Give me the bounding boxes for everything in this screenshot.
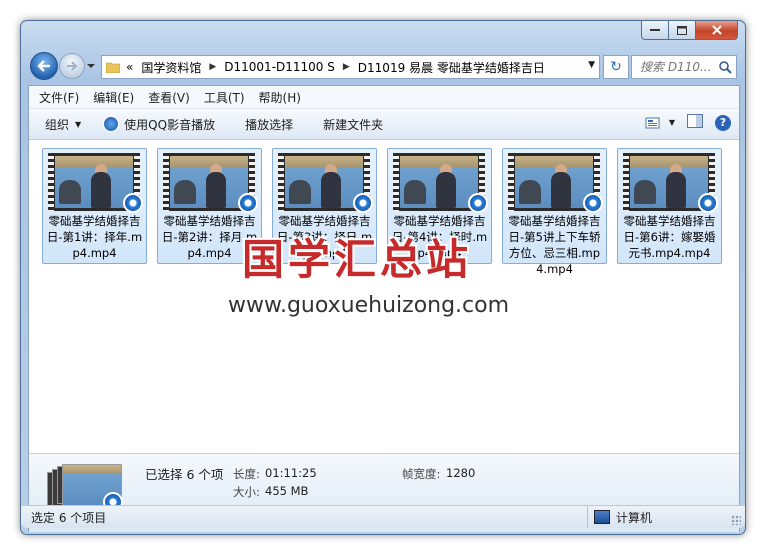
watermark-url: www.guoxuehuizong.com bbox=[228, 293, 510, 318]
breadcrumb-separator-icon[interactable]: ▶ bbox=[343, 62, 350, 72]
length-value: 01:11:25 bbox=[265, 466, 317, 480]
file-name: 零础基学结婚择吉日-第6讲：嫁娶婚元书.mp4.mp4 bbox=[623, 214, 716, 260]
organize-label: 组织 bbox=[45, 117, 70, 132]
play-selection-label: 播放选择 bbox=[245, 117, 294, 132]
status-zone: 计算机 bbox=[587, 506, 652, 528]
maximize-button[interactable] bbox=[669, 21, 696, 40]
menu-edit[interactable]: 编辑(E) bbox=[93, 89, 134, 106]
menu-tools[interactable]: 工具(T) bbox=[204, 89, 245, 106]
file-name: 零础基学结婚择吉日-第5讲上下车轿方位、忌三相.mp4.mp4 bbox=[508, 214, 601, 276]
search-box[interactable] bbox=[631, 55, 737, 79]
view-icon bbox=[645, 117, 660, 128]
watermark-title: 国学汇总站 bbox=[242, 235, 473, 284]
qq-player-icon bbox=[103, 116, 120, 132]
status-bar: 选定 6 个项目 计算机 bbox=[21, 505, 745, 528]
new-folder-button[interactable]: 新建文件夹 bbox=[323, 116, 383, 133]
play-with-qq-button[interactable]: 使用QQ影音播放 bbox=[103, 116, 215, 133]
qq-player-badge-icon bbox=[698, 193, 718, 213]
qq-player-badge-icon bbox=[123, 193, 143, 213]
navigation-bar: « 国学资料馆 ▶ D11001-D11100 S ▶ D11019 易晨 零础… bbox=[21, 50, 745, 84]
chevron-down-icon: ▼ bbox=[75, 119, 82, 129]
search-icon[interactable] bbox=[718, 60, 732, 74]
size-label: 大小: bbox=[233, 485, 260, 499]
minimize-button[interactable] bbox=[641, 21, 669, 40]
status-computer-text: 计算机 bbox=[616, 510, 653, 525]
size-value: 455 MB bbox=[265, 484, 309, 498]
file-tile[interactable]: 零础基学结婚择吉日-第6讲：嫁娶婚元书.mp4.mp4 bbox=[617, 148, 722, 264]
forward-arrow-icon bbox=[67, 61, 78, 71]
address-bar[interactable]: « 国学资料馆 ▶ D11001-D11100 S ▶ D11019 易晨 零础… bbox=[101, 55, 600, 79]
close-button[interactable] bbox=[696, 21, 738, 40]
help-icon[interactable]: ? bbox=[715, 114, 731, 131]
preview-pane-button[interactable] bbox=[687, 114, 703, 131]
new-folder-label: 新建文件夹 bbox=[323, 117, 384, 132]
organize-button[interactable]: 组织 ▼ bbox=[45, 116, 81, 133]
status-selection-text: 选定 6 个项目 bbox=[31, 510, 107, 525]
back-button[interactable] bbox=[30, 52, 58, 80]
menu-help[interactable]: 帮助(H) bbox=[259, 89, 301, 106]
minimize-icon bbox=[650, 29, 660, 31]
file-name: 零础基学结婚择吉日-第1讲：择年.mp4.mp4 bbox=[46, 214, 143, 260]
play-with-qq-label: 使用QQ影音播放 bbox=[124, 117, 216, 132]
close-icon bbox=[711, 25, 722, 35]
refresh-button[interactable]: ↻ bbox=[603, 55, 629, 79]
breadcrumb-overflow[interactable]: « bbox=[126, 60, 133, 74]
recent-pages-button[interactable] bbox=[86, 60, 96, 70]
frame-width-value: 1280 bbox=[446, 466, 476, 480]
view-controls: ▼ ? bbox=[633, 114, 731, 131]
command-bar: 组织 ▼ 使用QQ影音播放 播放选择 新建文件夹 ▼ ? bbox=[29, 109, 739, 140]
preview-pane-icon bbox=[687, 114, 703, 128]
change-view-button[interactable]: ▼ bbox=[645, 116, 675, 130]
qq-player-badge-icon bbox=[468, 193, 488, 213]
computer-icon bbox=[594, 510, 610, 524]
frame-width-label: 帧宽度: bbox=[402, 467, 441, 481]
file-tile[interactable]: 零础基学结婚择吉日-第1讲：择年.mp4.mp4 bbox=[42, 148, 147, 264]
breadcrumb-item-2[interactable]: D11001-D11100 S bbox=[224, 60, 335, 74]
chevron-down-icon: ▼ bbox=[668, 118, 675, 127]
file-tile[interactable]: 零础基学结婚择吉日-第5讲上下车轿方位、忌三相.mp4.mp4 bbox=[502, 148, 607, 276]
selection-count: 已选择 6 个项 bbox=[145, 467, 224, 482]
play-selection-button[interactable]: 播放选择 bbox=[245, 116, 293, 133]
qq-player-badge-icon bbox=[353, 193, 373, 213]
menu-bar: 文件(F) 编辑(E) 查看(V) 工具(T) 帮助(H) bbox=[29, 86, 739, 109]
length-label: 长度: bbox=[233, 467, 260, 481]
address-dropdown-icon[interactable]: ▼ bbox=[588, 60, 595, 70]
qq-player-badge-icon bbox=[583, 193, 603, 213]
folder-icon bbox=[106, 62, 120, 73]
back-arrow-icon bbox=[37, 60, 50, 72]
breadcrumb-separator-icon[interactable]: ▶ bbox=[209, 62, 216, 72]
maximize-icon bbox=[677, 25, 687, 35]
caption-buttons bbox=[641, 21, 738, 40]
breadcrumb-item-1[interactable]: 国学资料馆 bbox=[141, 59, 201, 76]
breadcrumb-item-3[interactable]: D11019 易晨 零础基学结婚择吉日 bbox=[358, 59, 545, 76]
refresh-icon: ↻ bbox=[610, 59, 622, 75]
menu-file[interactable]: 文件(F) bbox=[39, 89, 79, 106]
chevron-down-icon bbox=[87, 64, 95, 68]
menu-view[interactable]: 查看(V) bbox=[148, 89, 190, 106]
selection-thumbnail-stack bbox=[47, 464, 123, 512]
resize-grip[interactable] bbox=[731, 515, 741, 525]
forward-button[interactable] bbox=[59, 53, 85, 79]
qq-player-badge-icon bbox=[238, 193, 258, 213]
search-input[interactable] bbox=[638, 59, 718, 75]
